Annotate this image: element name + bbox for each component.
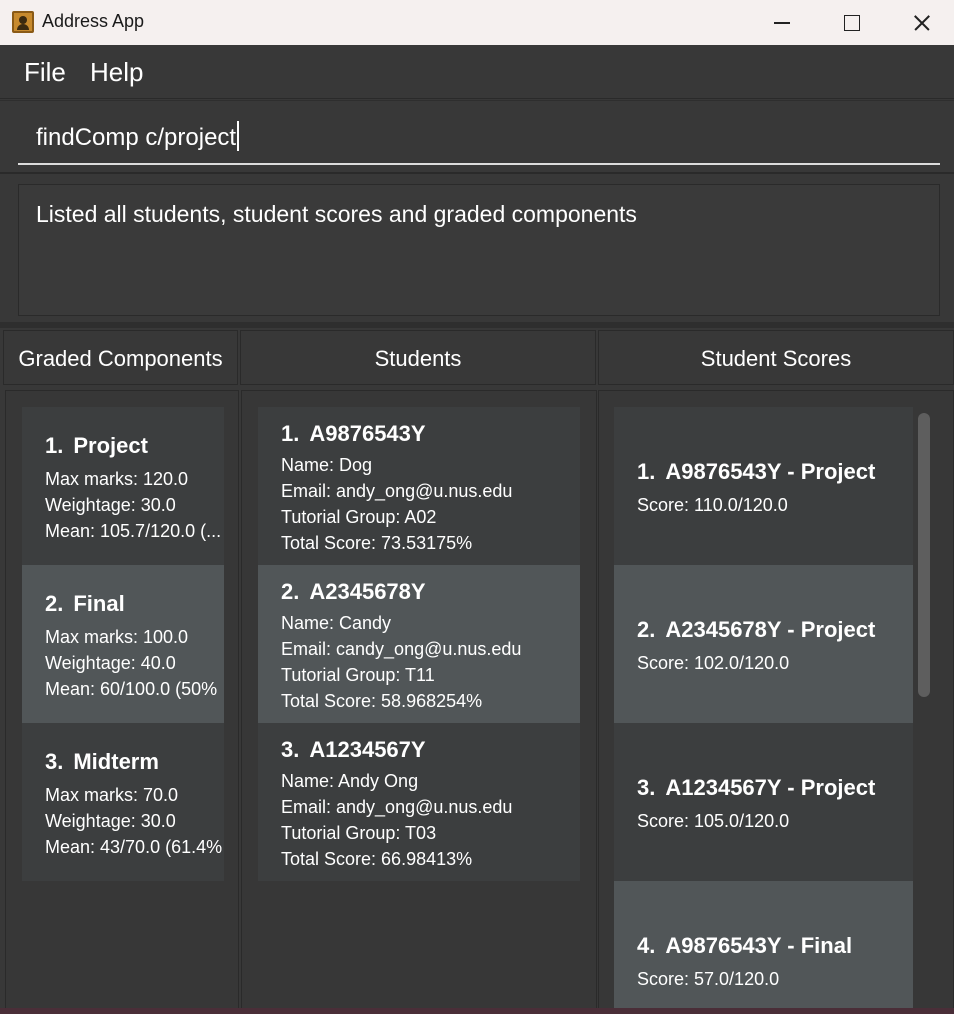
component-title: 2. Final: [45, 591, 125, 617]
score-label: A2345678Y - Project: [665, 617, 876, 642]
component-name: Project: [73, 433, 148, 458]
student-index: 1.: [281, 421, 300, 446]
student-scores-list[interactable]: 1. A9876543Y - Project Score: 110.0/120.0…: [598, 390, 954, 1014]
score-index: 3.: [637, 775, 656, 800]
student-id: A9876543Y: [309, 421, 426, 446]
text-caret: [237, 121, 240, 151]
score-title: 3. A1234567Y - Project: [637, 775, 875, 801]
title-bar: Address App: [0, 0, 954, 45]
component-mean: Mean: 105.7/120.0 (...: [45, 521, 222, 541]
student-email: Email: andy_ong@u.nus.edu: [281, 797, 513, 817]
student-id: A1234567Y: [309, 737, 426, 762]
score-index: 4.: [637, 933, 656, 958]
command-input[interactable]: findComp c/project: [18, 113, 940, 165]
score-card[interactable]: 4. A9876543Y - Final Score: 57.0/120.0: [614, 881, 913, 1013]
component-card[interactable]: 1. Project Max marks: 120.0 Weightage: 30…: [22, 407, 224, 565]
student-title: 2. A2345678Y: [281, 579, 426, 605]
command-box: findComp c/project: [0, 100, 954, 174]
app-icon: [12, 11, 34, 33]
command-text: findComp c/project: [36, 124, 237, 151]
component-weightage: Weightage: 40.0: [45, 653, 176, 673]
student-email: Email: andy_ong@u.nus.edu: [281, 481, 513, 501]
student-id: A2345678Y: [309, 579, 426, 604]
student-card[interactable]: 1. A9876543Y Name: Dog Email: andy_ong@u.…: [258, 407, 580, 565]
student-total-score: Total Score: 58.968254%: [281, 691, 483, 711]
student-email: Email: candy_ong@u.nus.edu: [281, 639, 522, 659]
score-title: 1. A9876543Y - Project: [637, 459, 875, 485]
component-title: 3. Midterm: [45, 749, 159, 775]
score-label: A1234567Y - Project: [665, 775, 876, 800]
component-mean: Mean: 60/100.0 (50%: [45, 679, 218, 699]
score-value: Score: 110.0/120.0: [637, 495, 788, 515]
student-total-score: Total Score: 66.98413%: [281, 849, 473, 869]
score-index: 2.: [637, 617, 656, 642]
menu-file[interactable]: File: [24, 57, 66, 88]
students-list[interactable]: 1. A9876543Y Name: Dog Email: andy_ong@u.…: [241, 390, 597, 1014]
student-title: 1. A9876543Y: [281, 421, 426, 447]
result-message: Listed all students, student scores and …: [36, 201, 637, 227]
close-button[interactable]: [885, 0, 954, 45]
component-index: 1.: [45, 433, 64, 458]
component-name: Final: [73, 591, 125, 616]
student-tutorial-group: Tutorial Group: T11: [281, 665, 435, 685]
student-card[interactable]: 3. A1234567Y Name: Andy Ong Email: andy_o…: [258, 723, 580, 881]
component-max-marks: Max marks: 70.0: [45, 785, 179, 805]
score-title: 2. A2345678Y - Project: [637, 617, 875, 643]
minimize-button[interactable]: [745, 0, 815, 45]
student-total-score: Total Score: 73.53175%: [281, 533, 473, 553]
student-tutorial-group: Tutorial Group: A02: [281, 507, 437, 527]
graded-components-list[interactable]: 1. Project Max marks: 120.0 Weightage: 30…: [5, 390, 239, 1014]
component-name: Midterm: [73, 749, 159, 774]
component-max-marks: Max marks: 120.0: [45, 469, 189, 489]
score-card[interactable]: 1. A9876543Y - Project Score: 110.0/120.0: [614, 407, 913, 565]
score-value: Score: 105.0/120.0: [637, 811, 790, 831]
component-index: 3.: [45, 749, 64, 774]
student-name: Name: Candy: [281, 613, 392, 633]
score-value: Score: 102.0/120.0: [637, 653, 790, 673]
student-index: 2.: [281, 579, 300, 604]
component-title: 1. Project: [45, 433, 148, 459]
divider: [0, 322, 954, 328]
student-index: 3.: [281, 737, 300, 762]
component-mean: Mean: 43/70.0 (61.4%: [45, 837, 223, 857]
score-value: Score: 57.0/120.0: [637, 969, 780, 989]
menu-help[interactable]: Help: [90, 57, 143, 88]
component-weightage: Weightage: 30.0: [45, 495, 176, 515]
score-label: A9876543Y - Project: [665, 459, 876, 484]
result-display: Listed all students, student scores and …: [18, 184, 940, 316]
student-card[interactable]: 2. A2345678Y Name: Candy Email: candy_ong…: [258, 565, 580, 723]
component-card[interactable]: 2. Final Max marks: 100.0 Weightage: 40.0…: [22, 565, 224, 723]
window-title: Address App: [42, 11, 145, 31]
menu-bar: File Help: [0, 45, 954, 99]
student-tutorial-group: Tutorial Group: T03: [281, 823, 437, 843]
score-label: A9876543Y - Final: [665, 933, 853, 958]
student-name: Name: Dog: [281, 455, 373, 475]
header-students: Students: [240, 330, 596, 385]
score-index: 1.: [637, 459, 656, 484]
scrollbar[interactable]: [916, 413, 932, 703]
maximize-button[interactable]: [815, 0, 885, 45]
scrollbar-thumb[interactable]: [918, 413, 930, 697]
student-title: 3. A1234567Y: [281, 737, 426, 763]
score-card[interactable]: 3. A1234567Y - Project Score: 105.0/120.0: [614, 723, 913, 881]
header-student-scores: Student Scores: [598, 330, 954, 385]
score-title: 4. A9876543Y - Final: [637, 933, 852, 959]
student-name: Name: Andy Ong: [281, 771, 419, 791]
component-max-marks: Max marks: 100.0: [45, 627, 189, 647]
score-card[interactable]: 2. A2345678Y - Project Score: 102.0/120.0: [614, 565, 913, 723]
component-weightage: Weightage: 30.0: [45, 811, 176, 831]
taskbar-edge: [0, 1008, 954, 1014]
component-card[interactable]: 3. Midterm Max marks: 70.0 Weightage: 30.…: [22, 723, 224, 881]
component-index: 2.: [45, 591, 64, 616]
header-graded-components: Graded Components: [3, 330, 238, 385]
